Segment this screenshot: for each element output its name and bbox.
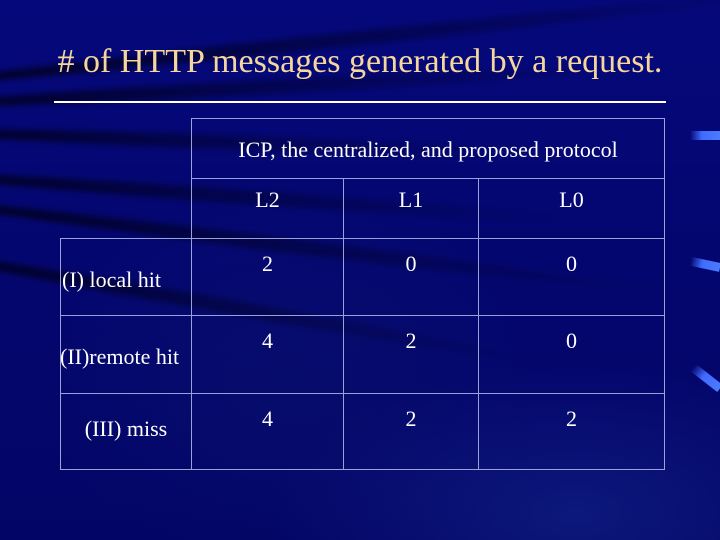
column-header-l2: L2 — [255, 187, 280, 212]
cell-value: 4 — [262, 406, 273, 431]
table-cell: 2 — [343, 393, 479, 470]
column-header-l0: L0 — [559, 187, 584, 212]
table-cell: 0 — [343, 238, 479, 316]
table-group-header-cell: ICP, the centralized, and proposed proto… — [191, 118, 665, 179]
column-header-cell: L2 — [191, 178, 344, 239]
cell-value: 0 — [566, 328, 577, 353]
title-underline-divider — [54, 101, 666, 103]
cell-value: 2 — [405, 406, 417, 431]
row-label-cell: (II)remote hit — [60, 315, 192, 394]
table-cell: 2 — [191, 238, 344, 316]
cell-value: 2 — [262, 251, 273, 276]
slide-title: # of HTTP messages generated by a reques… — [57, 43, 663, 80]
cell-value: 2 — [566, 406, 577, 431]
table-cell: 2 — [478, 393, 665, 470]
row-label: (I) local hit — [62, 267, 161, 292]
cell-value: 0 — [405, 251, 417, 276]
table-cell: 2 — [343, 315, 479, 394]
row-label: (II)remote hit — [60, 344, 180, 369]
column-header-cell: L1 — [343, 178, 479, 239]
decorative-accent-bar — [690, 131, 720, 140]
cell-value: 0 — [566, 251, 577, 276]
column-header-l1: L1 — [398, 187, 424, 212]
row-label: (III) miss — [84, 416, 168, 441]
table-cell: 0 — [478, 315, 665, 394]
cell-value: 4 — [262, 328, 273, 353]
table-group-header: ICP, the centralized, and proposed proto… — [238, 137, 618, 162]
row-label-cell: (I) local hit — [60, 238, 192, 316]
row-label-cell: (III) miss — [60, 393, 192, 470]
cell-value: 2 — [405, 328, 417, 353]
table-cell: 4 — [191, 315, 344, 394]
table-cell: 4 — [191, 393, 344, 470]
column-header-cell: L0 — [478, 178, 665, 239]
table-cell: 0 — [478, 238, 665, 316]
